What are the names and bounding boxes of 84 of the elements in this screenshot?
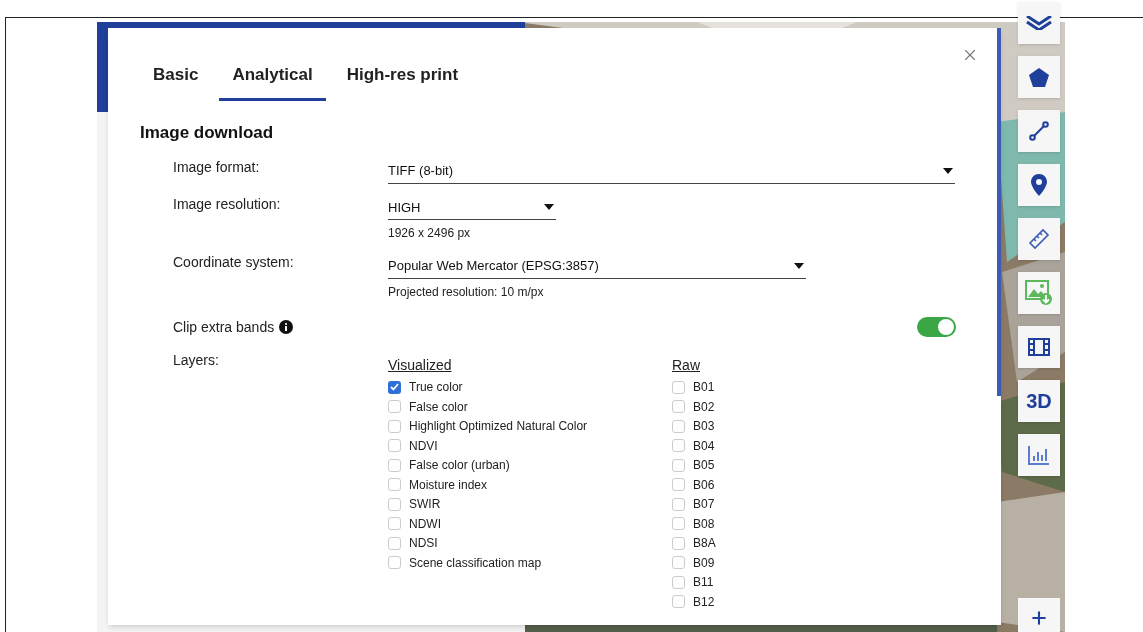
toolbar-button[interactable] [1018,110,1060,152]
checkbox-label: SWIR [409,496,441,514]
checkbox-label: B04 [693,437,715,455]
checkbox[interactable] [672,575,685,589]
checkbox[interactable] [672,497,685,511]
checkbox-label: B8A [693,535,716,553]
checkbox[interactable] [388,439,401,453]
field-label: Clip extra bands [173,317,275,337]
field-label: Coordinate system: [173,253,295,272]
film-icon [1028,338,1050,356]
bar-chart-icon [1028,445,1050,465]
checkbox[interactable] [672,536,685,550]
checkbox[interactable] [388,400,401,414]
tab[interactable]: Basic [140,62,212,101]
image-download-icon [1025,280,1053,306]
checkbox[interactable] [672,556,685,570]
checkbox[interactable] [388,478,401,492]
toolbar-button[interactable] [1018,56,1060,98]
tab[interactable]: Analytical [219,62,326,101]
checkbox-label: B07 [693,496,715,514]
info-icon [279,320,294,334]
checkbox[interactable] [672,478,685,492]
checkbox[interactable] [672,380,685,394]
checkbox-label: B11 [693,574,714,592]
checkbox-label: Highlight Optimized Natural Color [409,418,588,436]
checkbox-label: False color [409,398,468,416]
tab[interactable]: High-res print [333,62,472,101]
checkbox[interactable] [388,380,401,394]
checkbox-label: Moisture index [409,476,488,494]
field-label: Layers: [173,350,220,370]
toolbar-button[interactable] [1018,218,1060,260]
checkbox[interactable] [672,439,685,453]
caret-icon [794,262,804,269]
checkbox[interactable] [388,419,401,433]
field-label: Image resolution: [173,194,282,214]
checkbox[interactable] [672,458,685,472]
checkbox-label: B12 [693,593,715,611]
ruler-icon [1028,228,1050,250]
toolbar-button[interactable] [1018,164,1060,206]
checkbox-label: B01 [693,379,715,397]
toolbar-button[interactable] [1018,434,1060,476]
checkbox-label: B03 [693,418,715,436]
checkbox-label: NDSI [409,535,438,553]
checkbox[interactable] [672,400,685,414]
caret-icon [544,204,554,211]
caret-icon [943,167,953,174]
checkbox[interactable] [388,458,401,472]
checkbox[interactable] [388,536,401,550]
checkbox-label: B05 [693,457,715,475]
toolbar-button[interactable]: 3D [1018,380,1060,422]
checkbox-label: False color (urban) [409,457,510,475]
map-pin-icon [1031,174,1047,196]
layers-icon [1026,16,1052,30]
column-heading: Visualized [388,355,453,375]
line-segment-icon [1029,121,1049,141]
dropdown-field[interactable]: Popular Web Mercator (EPSG:3857) [388,256,806,279]
checkbox[interactable] [672,517,685,531]
field-note: 1926 x 2496 px [388,225,472,242]
checkbox-label: NDWI [409,515,441,533]
checkbox[interactable] [388,556,401,570]
checkbox-label: Scene classification map [409,554,542,572]
checkbox[interactable] [672,595,685,609]
toggle-switch[interactable] [917,317,956,337]
zoom-in-button[interactable] [1018,598,1060,632]
checkbox[interactable] [388,517,401,531]
toolbar-button[interactable] [1018,326,1060,368]
dropdown-field[interactable]: HIGH [388,197,556,220]
dropdown-field[interactable]: TIFF (8-bit) [388,161,955,184]
pentagon-icon [1029,67,1049,87]
toolbar-button[interactable] [1018,2,1060,44]
section-title: Image download [140,121,275,144]
checkbox-label: B02 [693,398,715,416]
field-label: Image format: [173,158,261,177]
checkbox-label: True color [409,379,463,397]
field-note: Projected resolution: 10 m/px [388,283,545,301]
checkbox[interactable] [388,497,401,511]
check-icon [390,383,399,392]
plus-icon [1029,608,1049,628]
checkbox-label: B06 [693,476,715,494]
checkbox[interactable] [672,419,685,433]
checkbox-label: B08 [693,515,715,533]
column-heading: Raw [672,355,701,375]
checkbox-label: B09 [693,554,715,572]
checkbox-label: NDVI [409,437,438,455]
